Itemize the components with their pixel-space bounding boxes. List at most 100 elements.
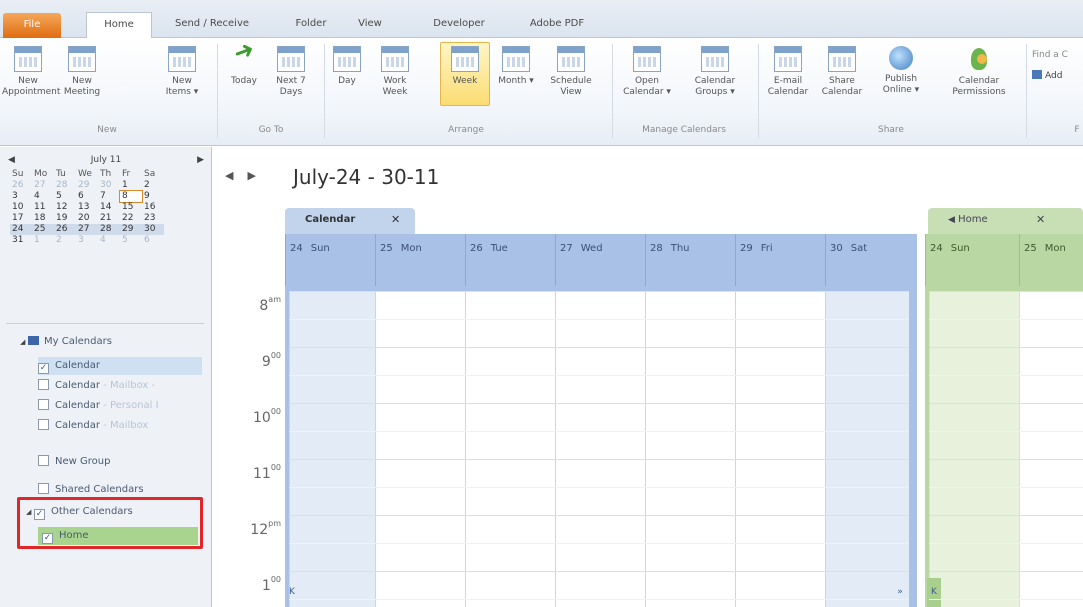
- mini-calendar-day[interactable]: 1: [32, 235, 54, 246]
- mini-calendar-day[interactable]: 18: [32, 213, 54, 224]
- today-button[interactable]: Today: [224, 46, 264, 87]
- calendar-tab[interactable]: Calendar ✕: [285, 208, 415, 234]
- overlay-arrow-icon[interactable]: ◀: [948, 215, 955, 225]
- mini-calendar-day[interactable]: 21: [98, 213, 120, 224]
- previous-week-button[interactable]: ◀: [225, 169, 233, 182]
- mini-calendar-day[interactable]: 5: [54, 191, 76, 202]
- tab-folder[interactable]: Folder: [286, 12, 336, 38]
- new-group-item[interactable]: New Group: [38, 453, 110, 471]
- mini-calendar-day[interactable]: 5: [120, 235, 142, 246]
- tab-developer[interactable]: Developer: [426, 12, 492, 38]
- mini-calendar-day[interactable]: 22: [120, 213, 142, 224]
- mini-calendar-day[interactable]: 26: [10, 180, 32, 191]
- home-day-header[interactable]: 24 Sun: [925, 234, 1019, 286]
- open-calendar-button[interactable]: Open Calendar ▾: [616, 46, 678, 98]
- mini-calendar-day[interactable]: 14: [98, 202, 120, 213]
- calendar-item-mailbox-1[interactable]: Calendar - Mailbox -: [38, 377, 155, 395]
- mini-calendar-day[interactable]: 2: [142, 180, 164, 191]
- mini-calendar-day[interactable]: 12: [54, 202, 76, 213]
- mini-calendar-day[interactable]: 31: [10, 235, 32, 246]
- week-view-button[interactable]: Week: [440, 42, 490, 106]
- mini-calendar-day[interactable]: 6: [142, 235, 164, 246]
- mini-calendar-day[interactable]: 1: [120, 180, 142, 191]
- day-column[interactable]: [289, 291, 375, 607]
- day-header[interactable]: 29 Fri: [735, 234, 825, 286]
- day-view-button[interactable]: Day: [330, 46, 364, 87]
- day-column[interactable]: [645, 291, 735, 607]
- mini-calendar-day[interactable]: 25: [32, 224, 54, 235]
- mini-calendar-day[interactable]: 29: [76, 180, 98, 191]
- close-icon[interactable]: ✕: [1036, 208, 1045, 232]
- mini-calendar-day[interactable]: 4: [32, 191, 54, 202]
- mini-calendar-day[interactable]: 8: [119, 190, 143, 203]
- mini-calendar-day[interactable]: 3: [76, 235, 98, 246]
- new-items-button[interactable]: New Items ▾: [160, 46, 204, 98]
- home-calendar-tab[interactable]: ◀ Home ✕: [928, 208, 1083, 234]
- day-header[interactable]: 27 Wed: [555, 234, 645, 286]
- tab-file[interactable]: File: [3, 13, 61, 38]
- next-appointment-button[interactable]: »: [893, 578, 907, 607]
- mini-calendar-day[interactable]: 11: [32, 202, 54, 213]
- mini-calendar-prev-button[interactable]: ◀: [8, 155, 15, 165]
- home-day-column[interactable]: [929, 291, 1019, 607]
- find-contact-field[interactable]: Find a C: [1032, 50, 1068, 60]
- mini-calendar-day[interactable]: 6: [76, 191, 98, 202]
- tab-adobe-pdf[interactable]: Adobe PDF: [524, 12, 590, 38]
- mini-calendar-day[interactable]: 10: [10, 202, 32, 213]
- mini-calendar-day[interactable]: 17: [10, 213, 32, 224]
- calendar-groups-button[interactable]: Calendar Groups ▾: [684, 46, 746, 98]
- checkbox-checked[interactable]: ✓: [38, 363, 49, 374]
- checkbox[interactable]: [38, 455, 49, 466]
- mini-calendar-day[interactable]: 27: [76, 224, 98, 235]
- mini-calendar-day[interactable]: 26: [54, 224, 76, 235]
- mini-calendar-day[interactable]: 3: [10, 191, 32, 202]
- mini-calendar-day[interactable]: 23: [142, 213, 164, 224]
- previous-appointment-button[interactable]: K: [285, 578, 299, 607]
- mini-calendar-day[interactable]: 13: [76, 202, 98, 213]
- mini-calendar-day[interactable]: 30: [98, 180, 120, 191]
- calendar-permissions-button[interactable]: Calendar Permissions: [942, 46, 1016, 98]
- mini-calendar-day[interactable]: 4: [98, 235, 120, 246]
- day-column[interactable]: [825, 291, 909, 607]
- publish-online-button[interactable]: Publish Online ▾: [870, 46, 932, 96]
- schedule-view-button[interactable]: Schedule View: [542, 46, 600, 98]
- calendar-item-personal[interactable]: Calendar - Personal I: [38, 397, 159, 415]
- mini-calendar-day[interactable]: 16: [142, 202, 164, 213]
- mini-calendar-day[interactable]: 15: [120, 202, 142, 213]
- calendar-item-calendar[interactable]: ✓ Calendar: [38, 357, 202, 375]
- close-icon[interactable]: ✕: [391, 208, 400, 232]
- checkbox[interactable]: [38, 419, 49, 430]
- previous-appointment-button-home[interactable]: K: [927, 578, 941, 607]
- mini-calendar-day[interactable]: 28: [54, 180, 76, 191]
- day-header[interactable]: 24 Sun: [285, 234, 375, 286]
- mini-calendar-day[interactable]: 2: [54, 235, 76, 246]
- month-view-button[interactable]: Month ▾: [494, 46, 538, 87]
- mini-calendar-day[interactable]: 7: [98, 191, 120, 202]
- next-7-days-button[interactable]: Next 7 Days: [268, 46, 314, 98]
- day-column[interactable]: [465, 291, 555, 607]
- email-calendar-button[interactable]: E-mail Calendar: [762, 46, 814, 98]
- my-calendars-group[interactable]: ◢ My Calendars: [20, 333, 112, 351]
- day-column[interactable]: [375, 291, 465, 607]
- tab-view[interactable]: View: [350, 12, 390, 38]
- mini-calendar-day[interactable]: 30: [142, 224, 164, 235]
- checkbox[interactable]: [38, 399, 49, 410]
- day-header[interactable]: 26 Tue: [465, 234, 555, 286]
- share-calendar-button[interactable]: Share Calendar: [818, 46, 866, 98]
- mini-calendar-next-button[interactable]: ▶: [197, 155, 204, 165]
- mini-calendar-day[interactable]: 29: [120, 224, 142, 235]
- day-header[interactable]: 30 Sat: [825, 234, 917, 286]
- mini-calendar-day[interactable]: 9: [142, 191, 164, 202]
- mini-calendar-day[interactable]: 28: [98, 224, 120, 235]
- tab-home[interactable]: Home: [86, 12, 152, 39]
- new-meeting-button[interactable]: New Meeting: [60, 46, 104, 98]
- mini-calendar-day[interactable]: 27: [32, 180, 54, 191]
- next-week-button[interactable]: ▶: [247, 169, 255, 182]
- mini-calendar-day[interactable]: 24: [10, 224, 32, 235]
- day-header[interactable]: 25 Mon: [375, 234, 465, 286]
- day-column[interactable]: [555, 291, 645, 607]
- calendar-item-mailbox-2[interactable]: Calendar - Mailbox: [38, 417, 148, 435]
- home-day-header[interactable]: 25 Mon: [1019, 234, 1083, 286]
- work-week-view-button[interactable]: Work Week: [372, 46, 418, 98]
- checkbox[interactable]: [38, 483, 49, 494]
